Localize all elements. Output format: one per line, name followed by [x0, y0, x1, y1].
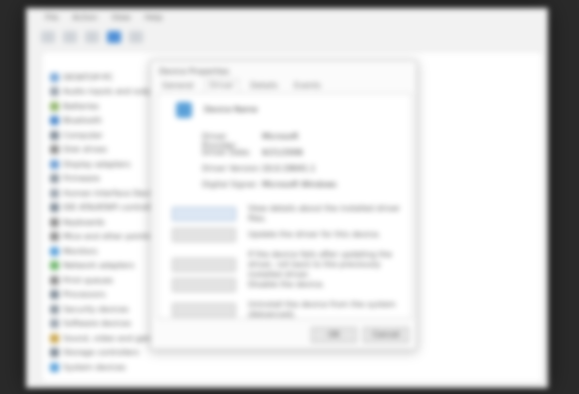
prop-key: Digital Signer:: [202, 180, 259, 189]
tree-item-label: Security devices: [63, 304, 129, 314]
disable-device-button[interactable]: [172, 278, 236, 292]
tree-item-label: Computer: [63, 130, 103, 140]
tree-item[interactable]: System devices: [50, 360, 168, 375]
back-icon[interactable]: [41, 31, 55, 43]
cancel-button[interactable]: Cancel: [363, 327, 409, 343]
device-category-icon: [50, 348, 59, 358]
tab-general[interactable]: General: [157, 79, 199, 92]
tree-item-label: Display adapters: [63, 159, 131, 169]
tree-item-label: DESKTOP-PC: [63, 72, 114, 82]
action-row: View details about the installed driver …: [172, 204, 404, 224]
properties-icon[interactable]: [85, 31, 99, 43]
device-category-icon: [50, 101, 59, 111]
action-desc: Disable the device.: [248, 280, 325, 289]
device-category-icon: [50, 174, 59, 184]
prop-row: Driver Version: 10.0.19041.1: [202, 164, 402, 173]
dialog-body: Device Name Driver Provider: Microsoft D…: [157, 93, 412, 319]
tree-item-label: Bluetooth: [63, 116, 102, 126]
device-category-icon: [50, 116, 59, 126]
action-row: Disable the device.: [172, 278, 404, 292]
device-category-icon: [50, 290, 59, 300]
device-name: Device Name: [204, 105, 258, 114]
device-category-icon: [50, 217, 59, 227]
action-row: Update the driver for this device.: [172, 228, 404, 242]
prop-key: Driver Date:: [202, 148, 251, 157]
tab-driver[interactable]: Driver: [204, 79, 240, 92]
tree-item-label: Software devices: [63, 319, 132, 329]
device-category-icon: [50, 159, 59, 169]
action-desc: Uninstall the device from the system (Ad…: [248, 300, 396, 319]
tree-item-label: Disk drives: [63, 145, 108, 155]
tree-item-label: Batteries: [63, 101, 100, 111]
blurred-screenshot: File Action View Help DESKTOP-PC Audio in…: [0, 0, 579, 394]
tree-item-label: Audio inputs and outputs: [63, 87, 164, 97]
tree-item-label: Processors: [63, 290, 106, 300]
tree-item-label: Keyboards: [63, 217, 105, 227]
update-driver-button[interactable]: [172, 228, 236, 242]
device-category-icon: [50, 130, 59, 140]
action-desc: View details about the installed driver …: [248, 204, 401, 223]
dialog-title: Device Properties: [159, 67, 230, 76]
ok-button[interactable]: OK: [311, 327, 357, 343]
tree-item-label: Monitors: [63, 246, 98, 256]
tree-item-label: Storage controllers: [63, 348, 140, 358]
properties-dialog: Device Properties General Driver Details…: [150, 60, 417, 350]
action-row: If the device fails after updating the d…: [172, 250, 404, 280]
action-desc: If the device fails after updating the d…: [248, 250, 392, 279]
scan-icon[interactable]: [129, 31, 143, 43]
tree-item-label: Print queues: [63, 275, 114, 285]
prop-value: 6/21/2006: [262, 148, 304, 157]
roll-back-driver-button[interactable]: [172, 258, 236, 272]
prop-key: Driver Version:: [202, 164, 262, 173]
tree-item-label: Firmware: [63, 174, 100, 184]
device-icon: [176, 102, 192, 118]
prop-value: 10.0.19041.1: [262, 164, 316, 173]
prop-row: Driver Date: 6/21/2006: [202, 148, 402, 157]
toolbar: [27, 27, 547, 47]
driver-details-button[interactable]: [172, 207, 236, 221]
device-category-icon: [50, 188, 59, 198]
tree-item-label: IDE ATA/ATAPI controllers: [63, 203, 164, 213]
uninstall-device-button[interactable]: [172, 303, 236, 317]
device-category-icon: [50, 145, 59, 155]
device-category-icon: [50, 72, 59, 82]
tab-details[interactable]: Details: [245, 79, 283, 92]
help-icon[interactable]: [107, 31, 121, 43]
device-category-icon: [50, 246, 59, 256]
device-category-icon: [50, 362, 59, 372]
prop-row: Digital Signer: Microsoft Windows: [202, 180, 402, 189]
device-category-icon: [50, 87, 59, 97]
dialog-tabs: General Driver Details Events: [157, 79, 326, 92]
device-category-icon: [50, 275, 59, 285]
forward-icon[interactable]: [63, 31, 77, 43]
action-desc: Update the driver for this device.: [248, 230, 381, 239]
device-category-icon: [50, 203, 59, 213]
device-category-icon: [50, 261, 59, 271]
device-category-icon: [50, 333, 59, 343]
tab-events[interactable]: Events: [289, 79, 326, 92]
device-category-icon: [50, 319, 59, 329]
menu-bar: File Action View Help: [27, 9, 547, 29]
prop-value: Microsoft Windows: [262, 180, 337, 189]
device-category-icon: [50, 232, 59, 242]
device-category-icon: [50, 304, 59, 314]
tree-item-label: Network adapters: [63, 261, 135, 271]
action-row: Uninstall the device from the system (Ad…: [172, 300, 404, 320]
tree-item-label: System devices: [63, 362, 126, 372]
